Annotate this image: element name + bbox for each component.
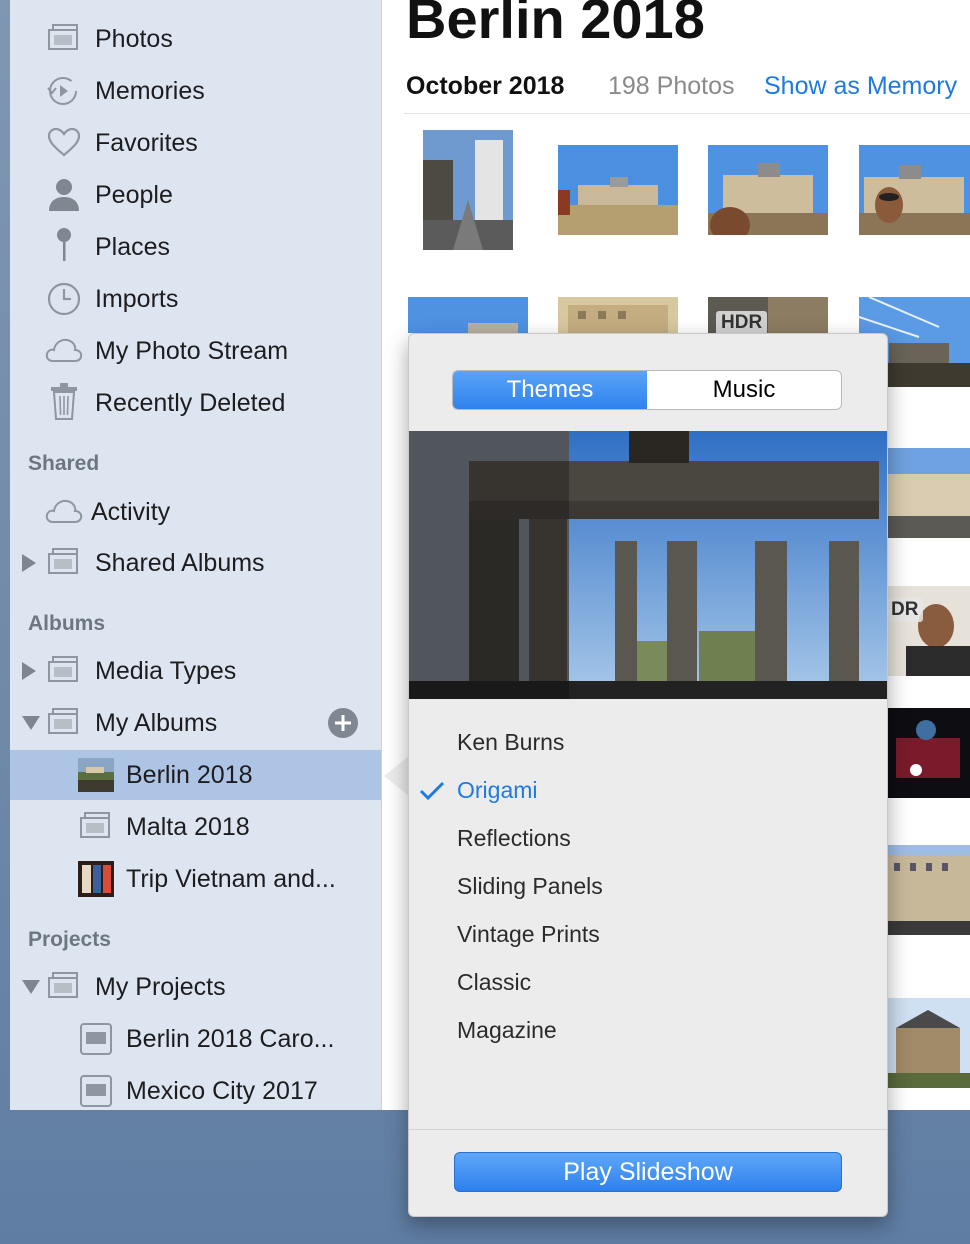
photo-thumbnail[interactable] bbox=[423, 130, 513, 250]
photo-thumbnail[interactable] bbox=[886, 998, 970, 1088]
sidebar-item-my-projects[interactable]: My Projects bbox=[10, 962, 381, 1012]
photo-thumbnail[interactable] bbox=[886, 448, 970, 538]
sidebar-item-photos[interactable]: Photos bbox=[10, 14, 381, 64]
slideshow-project-icon bbox=[80, 1023, 112, 1055]
memories-icon bbox=[46, 74, 80, 108]
sidebar-item-project-mexico[interactable]: Mexico City 2017 bbox=[10, 1066, 381, 1110]
disclosure-triangle-collapsed[interactable] bbox=[22, 662, 36, 680]
theme-option[interactable]: Vintage Prints bbox=[457, 921, 600, 948]
section-header-shared: Shared bbox=[28, 452, 100, 475]
sidebar-item-label: Media Types bbox=[95, 656, 237, 685]
slideshow-project-icon bbox=[80, 1075, 112, 1107]
photo-thumbnail[interactable] bbox=[886, 708, 970, 798]
sidebar-item-label: Places bbox=[95, 232, 171, 261]
sidebar-item-label: My Photo Stream bbox=[95, 336, 289, 365]
album-stack-icon bbox=[48, 548, 78, 574]
theme-option-selected[interactable]: Origami bbox=[457, 777, 538, 804]
sidebar-item-label: People bbox=[95, 180, 173, 209]
section-header-albums: Albums bbox=[28, 612, 106, 635]
sidebar-item-berlin-2018[interactable]: Berlin 2018 bbox=[10, 750, 381, 800]
add-album-icon[interactable] bbox=[327, 707, 359, 739]
themes-music-segmented-control: Themes Music bbox=[452, 370, 842, 410]
tab-themes[interactable]: Themes bbox=[453, 371, 647, 409]
theme-option[interactable]: Magazine bbox=[457, 1017, 557, 1044]
sidebar-item-activity[interactable]: Activity bbox=[10, 487, 381, 537]
disclosure-triangle-collapsed[interactable] bbox=[22, 554, 36, 572]
sidebar-item-people[interactable]: People bbox=[10, 170, 381, 220]
disclosure-triangle-expanded[interactable] bbox=[22, 980, 40, 994]
sidebar-item-recently-deleted[interactable]: Recently Deleted bbox=[10, 378, 381, 428]
slideshow-popover: Themes Music Ken Burns Origami Reflectio… bbox=[408, 333, 888, 1217]
theme-option[interactable]: Ken Burns bbox=[457, 729, 564, 756]
sidebar-item-label: Shared Albums bbox=[95, 548, 265, 577]
cloud-icon bbox=[45, 337, 83, 363]
sidebar-item-shared-albums[interactable]: Shared Albums bbox=[10, 538, 381, 588]
sidebar-item-label: Trip Vietnam and... bbox=[126, 864, 336, 893]
cloud-icon bbox=[45, 498, 83, 524]
photo-thumbnail[interactable] bbox=[558, 297, 678, 333]
album-stack-icon bbox=[48, 656, 78, 682]
section-header-projects: Projects bbox=[28, 928, 111, 951]
album-stack-icon bbox=[80, 812, 110, 838]
theme-option[interactable]: Sliding Panels bbox=[457, 873, 603, 900]
photo-thumbnail[interactable] bbox=[408, 297, 528, 333]
sidebar-item-my-albums[interactable]: My Albums bbox=[10, 698, 381, 748]
photo-thumbnail[interactable] bbox=[708, 145, 828, 235]
show-as-memory-link[interactable]: Show as Memory bbox=[764, 72, 957, 101]
sidebar-item-label: Favorites bbox=[95, 128, 198, 157]
disclosure-triangle-expanded[interactable] bbox=[22, 716, 40, 730]
album-thumbnail bbox=[78, 758, 114, 792]
pin-icon bbox=[54, 227, 74, 263]
heart-icon bbox=[47, 127, 81, 157]
photo-thumbnail[interactable]: DR bbox=[886, 586, 970, 676]
photos-stack-icon bbox=[48, 24, 78, 50]
divider bbox=[409, 1129, 887, 1130]
sidebar-item-places[interactable]: Places bbox=[10, 222, 381, 272]
album-stack-icon bbox=[48, 972, 78, 998]
sidebar-item-imports[interactable]: Imports bbox=[10, 274, 381, 324]
sidebar: Photos Memories Favorites People Places bbox=[10, 0, 382, 1110]
sidebar-item-memories[interactable]: Memories bbox=[10, 66, 381, 116]
month-label: October 2018 bbox=[406, 72, 565, 100]
sidebar-item-trip-vietnam[interactable]: Trip Vietnam and... bbox=[10, 854, 381, 904]
divider bbox=[404, 113, 970, 114]
photo-thumbnail[interactable] bbox=[859, 145, 970, 235]
photo-thumbnail[interactable]: HDR bbox=[708, 297, 828, 333]
hdr-badge: DR bbox=[886, 598, 924, 622]
sidebar-item-label: Malta 2018 bbox=[126, 812, 250, 841]
play-slideshow-button[interactable]: Play Slideshow bbox=[454, 1152, 842, 1192]
sidebar-item-malta-2018[interactable]: Malta 2018 bbox=[10, 802, 381, 852]
sidebar-item-label: Activity bbox=[91, 497, 171, 526]
popover-arrow bbox=[384, 756, 409, 796]
sidebar-item-label: My Projects bbox=[95, 972, 226, 1001]
theme-option[interactable]: Reflections bbox=[457, 825, 571, 852]
tab-music[interactable]: Music bbox=[647, 371, 841, 409]
clock-icon bbox=[46, 281, 82, 317]
page-title: Berlin 2018 bbox=[406, 0, 705, 50]
album-thumbnail bbox=[78, 861, 114, 897]
sidebar-item-project-berlin[interactable]: Berlin 2018 Caro... bbox=[10, 1014, 381, 1064]
sidebar-item-label: Recently Deleted bbox=[95, 388, 286, 417]
sidebar-item-label: Memories bbox=[95, 76, 205, 105]
sidebar-item-favorites[interactable]: Favorites bbox=[10, 118, 381, 168]
sidebar-item-label: Imports bbox=[95, 284, 179, 313]
checkmark-icon bbox=[419, 780, 445, 807]
trash-icon bbox=[50, 383, 78, 421]
sidebar-item-my-photo-stream[interactable]: My Photo Stream bbox=[10, 326, 381, 376]
theme-preview-image bbox=[409, 431, 887, 699]
photo-thumbnail[interactable] bbox=[886, 845, 970, 935]
photo-count: 198 Photos bbox=[608, 72, 735, 100]
album-stack-icon bbox=[48, 708, 78, 734]
theme-option[interactable]: Classic bbox=[457, 969, 531, 996]
photo-thumbnail[interactable] bbox=[558, 145, 678, 235]
person-icon bbox=[47, 177, 81, 213]
sidebar-item-label: Mexico City 2017 bbox=[126, 1076, 318, 1105]
sidebar-item-label: Berlin 2018 Caro... bbox=[126, 1024, 335, 1053]
sidebar-item-label: Berlin 2018 bbox=[126, 760, 253, 789]
sidebar-item-label: Photos bbox=[95, 24, 173, 53]
sidebar-item-media-types[interactable]: Media Types bbox=[10, 646, 381, 696]
sidebar-item-label: My Albums bbox=[95, 708, 218, 737]
hdr-badge: HDR bbox=[716, 311, 768, 333]
